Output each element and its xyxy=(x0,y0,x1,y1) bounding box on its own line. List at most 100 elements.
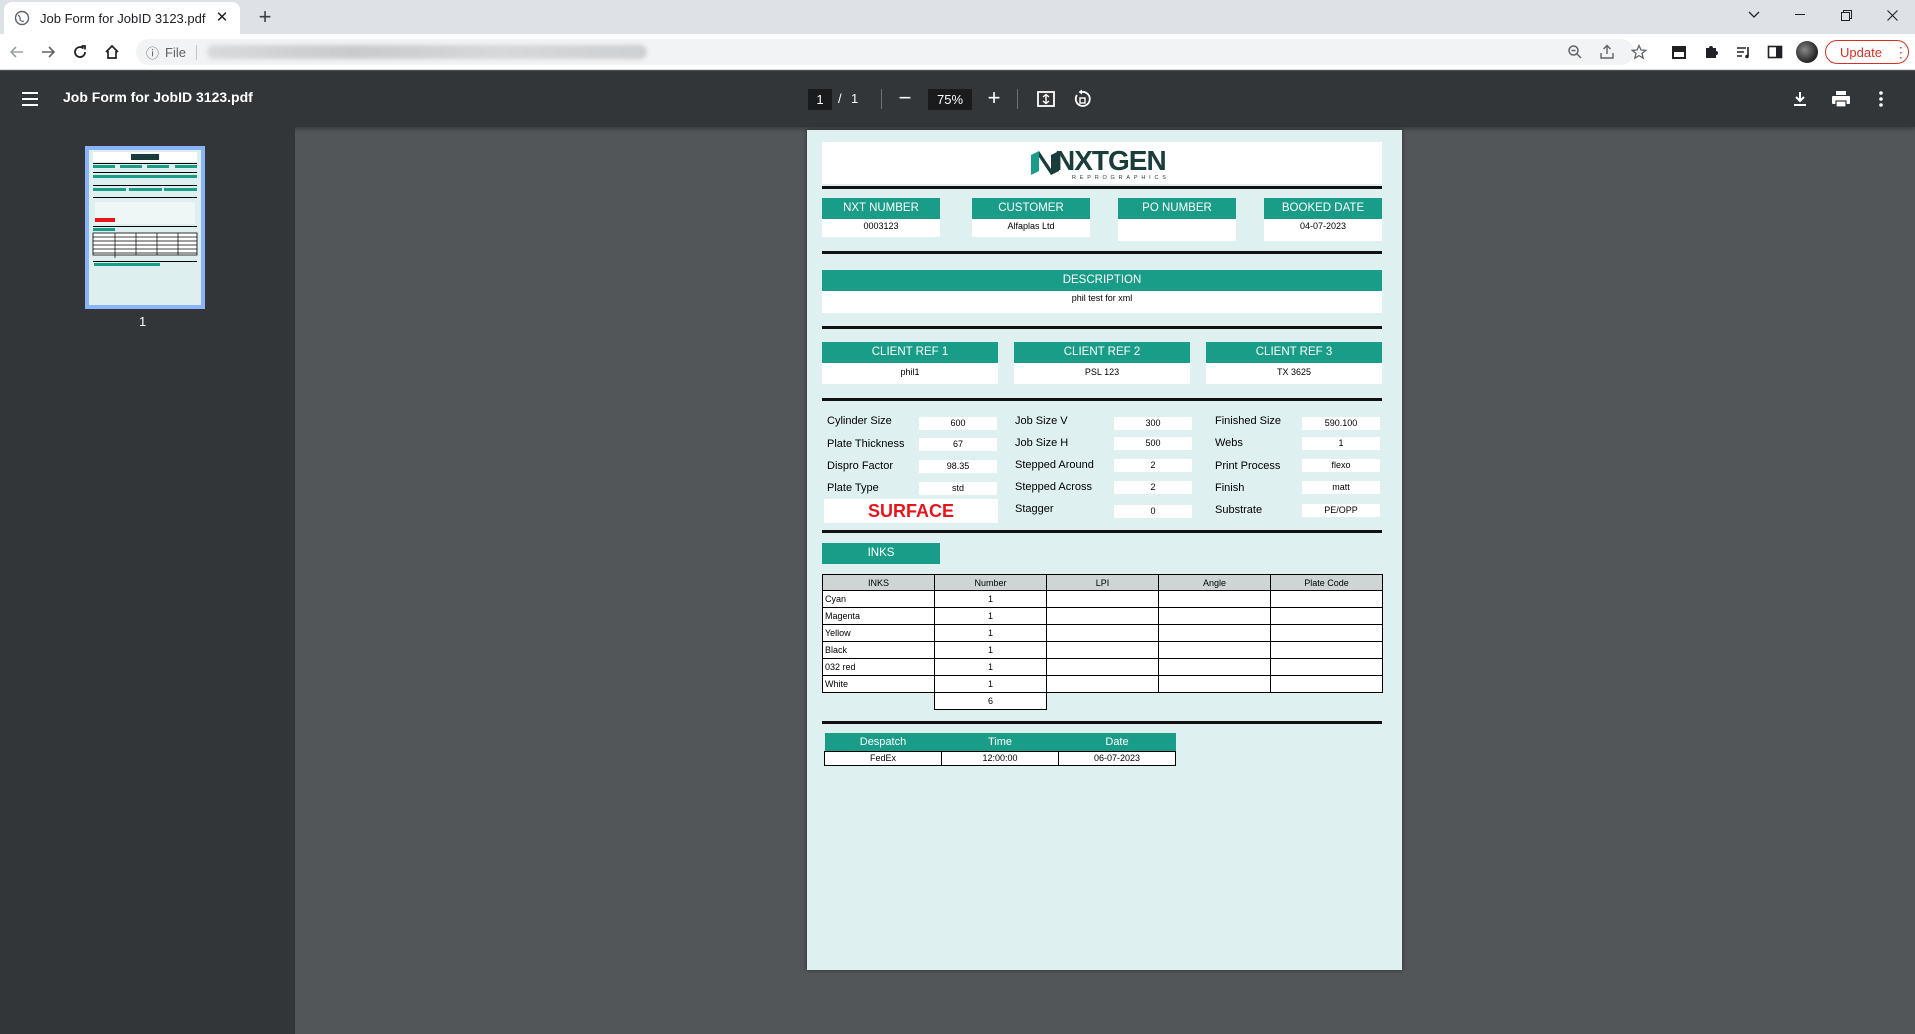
table-row: White 1 xyxy=(822,675,1383,693)
extension-clapper-icon[interactable] xyxy=(1670,43,1688,61)
zoom-icon[interactable] xyxy=(1566,43,1584,61)
tab-close-icon[interactable]: ✕ xyxy=(214,10,230,26)
browser-tab[interactable]: Job Form for JobID 3123.pdf ✕ xyxy=(4,2,240,34)
ink-angle xyxy=(1158,675,1271,693)
ink-plate-code xyxy=(1270,590,1383,608)
more-options-icon[interactable] xyxy=(1871,89,1891,109)
despatch-method: FedEx xyxy=(824,750,942,766)
stepped-around-value: 2 xyxy=(1114,459,1192,472)
ink-lpi xyxy=(1046,590,1159,608)
ink-name: Magenta xyxy=(822,607,935,625)
page-number-input[interactable]: 1 xyxy=(808,89,832,110)
column-header: LPI xyxy=(1046,574,1159,591)
booked-date-value: 04-07-2023 xyxy=(1264,219,1382,241)
ink-lpi xyxy=(1046,658,1159,676)
po-number-label: PO NUMBER xyxy=(1118,198,1236,219)
print-icon[interactable] xyxy=(1831,89,1851,109)
column-header: Date xyxy=(1058,733,1176,751)
ink-angle xyxy=(1158,607,1271,625)
despatch-table: Despatch Time Date FedEx 12:00:00 06-07-… xyxy=(824,733,1176,766)
zoom-out-button[interactable]: − xyxy=(893,87,917,111)
zoom-in-button[interactable]: + xyxy=(982,87,1006,111)
address-bar[interactable]: ⓘ File xyxy=(136,39,1634,65)
po-number-value xyxy=(1118,219,1236,241)
ink-number: 1 xyxy=(934,624,1047,642)
stepped-across-label: Stepped Across xyxy=(1015,481,1093,493)
zoom-level-input[interactable]: 75% xyxy=(928,89,972,110)
customer-label: CUSTOMER xyxy=(972,198,1090,219)
cylinder-size-label: Cylinder Size xyxy=(827,415,892,427)
despatch-time: 12:00:00 xyxy=(941,750,1059,766)
share-icon[interactable] xyxy=(1598,43,1616,61)
page-thumbnail[interactable] xyxy=(85,146,205,309)
hamburger-menu-icon[interactable] xyxy=(20,89,40,109)
divider-rule xyxy=(822,186,1382,189)
ink-name: Black xyxy=(822,641,935,659)
thumbnail-preview xyxy=(92,152,198,266)
ink-lpi xyxy=(1046,641,1159,659)
plate-thickness-value: 67 xyxy=(919,438,997,451)
logo-box: NXTGEN REPROGRAPHICS xyxy=(822,142,1382,184)
column-header: Despatch xyxy=(824,733,942,751)
fit-to-page-icon[interactable] xyxy=(1036,89,1056,109)
ink-name: White xyxy=(822,675,935,693)
blank-cell xyxy=(1159,693,1271,710)
divider-rule xyxy=(822,721,1382,724)
booked-date-label: BOOKED DATE xyxy=(1264,198,1382,219)
nxt-number-value: 0003123 xyxy=(822,219,940,237)
ink-plate-code xyxy=(1270,675,1383,693)
column-header: Plate Code xyxy=(1270,574,1383,591)
ink-number: 1 xyxy=(934,590,1047,608)
webs-value: 1 xyxy=(1302,437,1380,450)
ink-number: 1 xyxy=(934,675,1047,693)
reading-list-icon[interactable] xyxy=(1734,43,1752,61)
tab-strip: Job Form for JobID 3123.pdf ✕ + xyxy=(0,0,1915,34)
table-row: Magenta 1 xyxy=(822,607,1383,625)
pdf-page: NXTGEN REPROGRAPHICS NXT NUMBER 0003123 … xyxy=(807,130,1402,970)
document-title: Job Form for JobID 3123.pdf xyxy=(63,89,253,105)
table-total-row: 6 xyxy=(823,692,1383,710)
divider-rule xyxy=(822,398,1382,401)
minimize-icon[interactable] xyxy=(1777,0,1823,30)
thumbnail-sidebar: 1 xyxy=(0,127,295,1034)
description-value: phil test for xml xyxy=(822,291,1382,313)
job-size-h-label: Job Size H xyxy=(1015,437,1069,449)
profile-avatar[interactable] xyxy=(1796,41,1818,63)
bookmark-star-icon[interactable] xyxy=(1630,43,1648,61)
ink-name: 032 red xyxy=(822,658,935,676)
divider xyxy=(1017,89,1018,109)
more-menu-icon[interactable]: ⋮ xyxy=(1894,45,1908,59)
substrate-value: PE/OPP xyxy=(1302,504,1380,517)
description-label: DESCRIPTION xyxy=(822,270,1382,291)
tab-search-icon[interactable] xyxy=(1731,0,1777,30)
webs-label: Webs xyxy=(1215,437,1243,449)
close-window-icon[interactable] xyxy=(1869,0,1915,30)
globe-icon xyxy=(14,10,30,26)
ink-angle xyxy=(1158,624,1271,642)
column-header: Time xyxy=(941,733,1059,751)
download-icon[interactable] xyxy=(1790,89,1810,109)
reload-icon[interactable] xyxy=(68,40,92,64)
forward-icon[interactable] xyxy=(36,40,60,64)
info-icon[interactable]: ⓘ xyxy=(146,43,159,62)
new-tab-button[interactable]: + xyxy=(254,6,276,29)
table-row: FedEx 12:00:00 06-07-2023 xyxy=(824,750,1176,766)
update-button[interactable]: Update ⋮ xyxy=(1825,40,1909,64)
rotate-icon[interactable] xyxy=(1072,89,1092,109)
stepped-across-value: 2 xyxy=(1114,481,1192,494)
table-row: 032 red 1 xyxy=(822,658,1383,676)
job-size-h-value: 500 xyxy=(1114,437,1192,450)
url-text-blurred xyxy=(206,45,647,59)
divider xyxy=(881,89,882,109)
ink-name: Yellow xyxy=(822,624,935,642)
stagger-value: 0 xyxy=(1114,505,1192,518)
extensions-puzzle-icon[interactable] xyxy=(1702,43,1720,61)
restore-icon[interactable] xyxy=(1823,0,1869,30)
pdf-toolbar: Job Form for JobID 3123.pdf 1 / 1 − 75% … xyxy=(0,71,1915,127)
home-icon[interactable] xyxy=(100,40,124,64)
back-icon[interactable] xyxy=(5,40,29,64)
side-panel-icon[interactable] xyxy=(1766,43,1784,61)
ink-number: 1 xyxy=(934,607,1047,625)
client-ref-2-label: CLIENT REF 2 xyxy=(1014,342,1190,363)
page-total: 1 xyxy=(851,91,859,106)
